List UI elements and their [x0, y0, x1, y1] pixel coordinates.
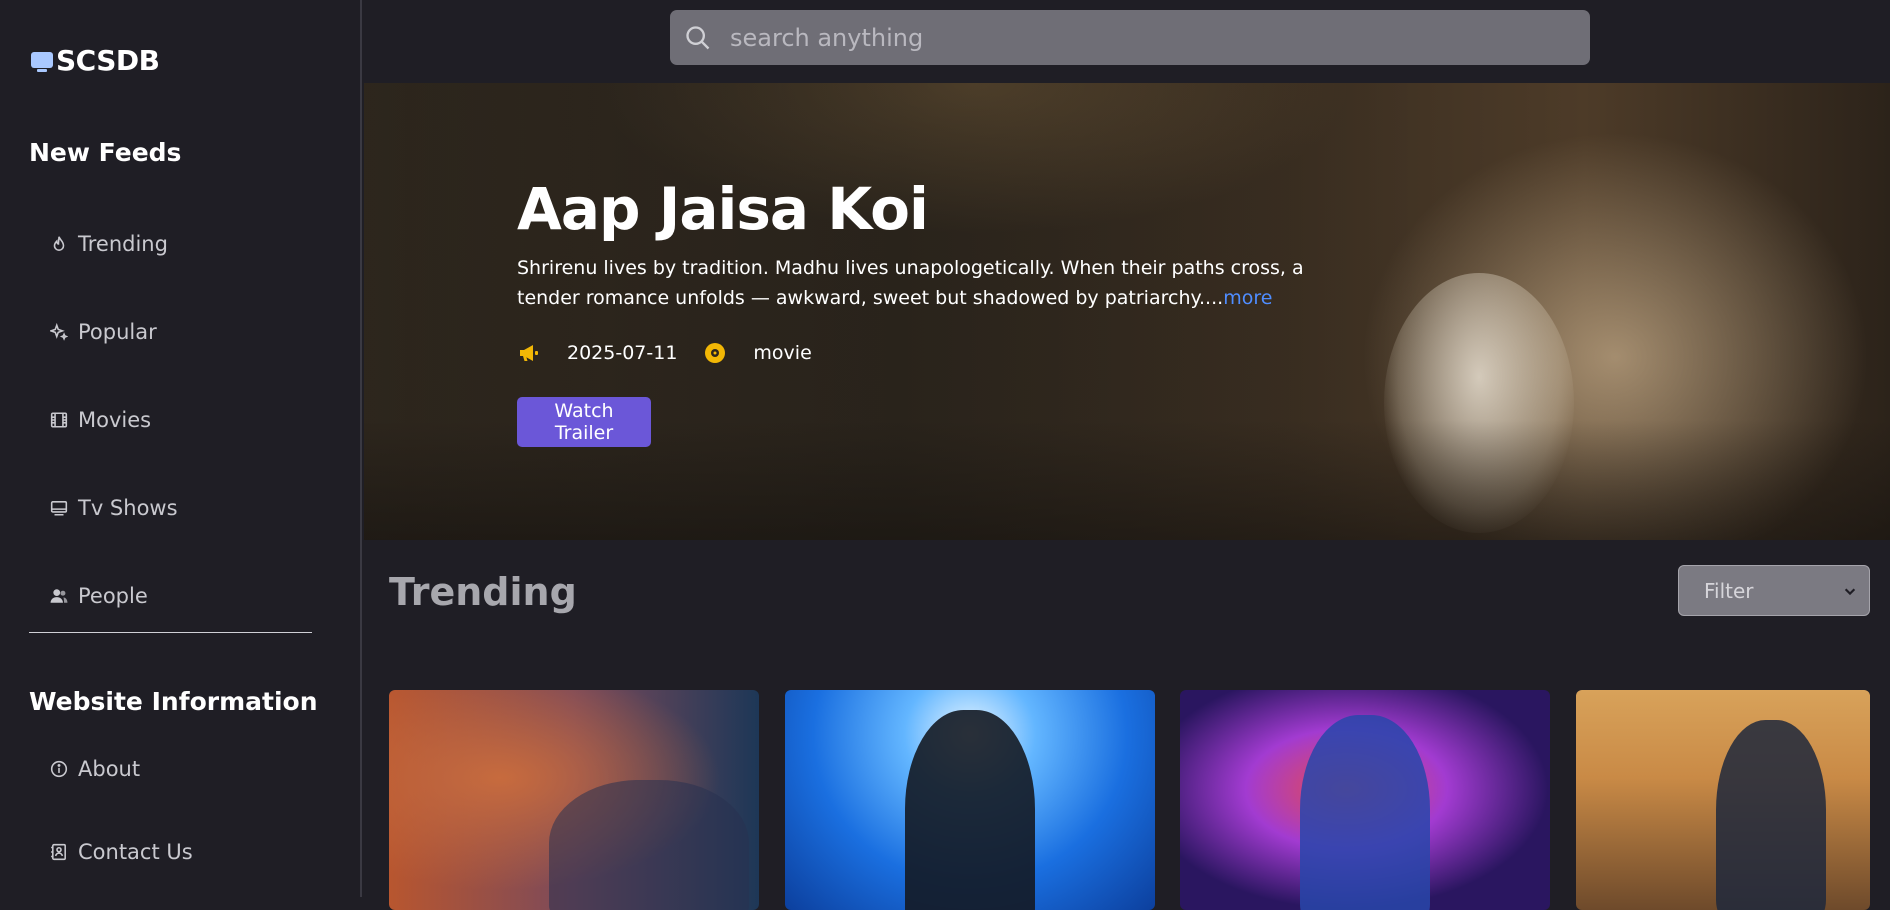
poster-image: [549, 780, 749, 910]
sidebar-item-tv-shows[interactable]: Tv Shows: [50, 496, 178, 520]
brand-name: SCSDB: [56, 44, 160, 77]
more-link[interactable]: more: [1223, 287, 1272, 309]
monitor-icon: [30, 49, 54, 73]
sidebar-item-contact-us[interactable]: Contact Us: [50, 840, 193, 864]
trending-card[interactable]: [1180, 690, 1550, 910]
top-bar: [362, 0, 1890, 83]
disc-icon: [705, 343, 726, 363]
new-feeds-heading: New Feeds: [29, 138, 182, 167]
search-icon: [686, 25, 710, 49]
sidebar-item-label: Trending: [78, 232, 168, 256]
trending-card[interactable]: [785, 690, 1155, 910]
megaphone-icon: [520, 345, 538, 361]
sidebar-item-trending[interactable]: Trending: [50, 232, 168, 256]
release-date: 2025-07-11: [567, 342, 678, 364]
people-icon: [50, 589, 68, 603]
sidebar-item-people[interactable]: People: [50, 584, 148, 608]
chevron-down-icon: [1844, 587, 1856, 595]
film-icon: [50, 412, 68, 428]
hero-title: Aap Jaisa Koi: [517, 175, 929, 243]
hero-banner: Aap Jaisa Koi Shrirenu lives by traditio…: [364, 83, 1890, 540]
sidebar-item-label: Tv Shows: [78, 496, 178, 520]
filter-label: Filter: [1704, 578, 1754, 603]
sidebar-item-popular[interactable]: Popular: [50, 320, 157, 344]
sidebar-item-label: Contact Us: [78, 840, 193, 864]
filter-select[interactable]: Filter: [1678, 565, 1870, 616]
sidebar-item-label: About: [78, 757, 141, 781]
sidebar-item-label: Popular: [78, 320, 157, 344]
flame-icon: [53, 236, 65, 251]
contact-icon: [51, 843, 66, 861]
search-input[interactable]: [728, 22, 1552, 53]
hero-meta: 2025-07-11 movie: [517, 341, 838, 365]
hero-description: Shrirenu lives by tradition. Madhu lives…: [517, 253, 1317, 313]
watch-trailer-button[interactable]: Watch Trailer: [517, 397, 651, 447]
info-icon: [50, 760, 68, 778]
sidebar-item-label: People: [78, 584, 148, 608]
sidebar-item-movies[interactable]: Movies: [50, 408, 151, 432]
logo[interactable]: SCSDB: [30, 44, 160, 77]
sidebar-item-about[interactable]: About: [50, 757, 140, 781]
sidebar: SCSDB New Feeds Trending Popular Movies …: [0, 0, 362, 897]
poster-image: [1716, 720, 1826, 910]
sidebar-item-label: Movies: [78, 408, 152, 432]
tv-icon: [50, 501, 68, 516]
trending-card[interactable]: [1576, 690, 1870, 910]
poster-image: [1300, 715, 1430, 910]
website-information-heading: Website Information: [29, 687, 318, 716]
sidebar-divider: [29, 632, 312, 633]
hero-description-text: Shrirenu lives by tradition. Madhu lives…: [517, 257, 1304, 309]
trending-heading: Trending: [389, 570, 577, 614]
poster-image: [905, 710, 1035, 910]
trending-card[interactable]: [389, 690, 759, 910]
media-type: movie: [753, 342, 812, 364]
sparkle-icon: [50, 323, 68, 341]
search-bar[interactable]: [670, 10, 1590, 65]
